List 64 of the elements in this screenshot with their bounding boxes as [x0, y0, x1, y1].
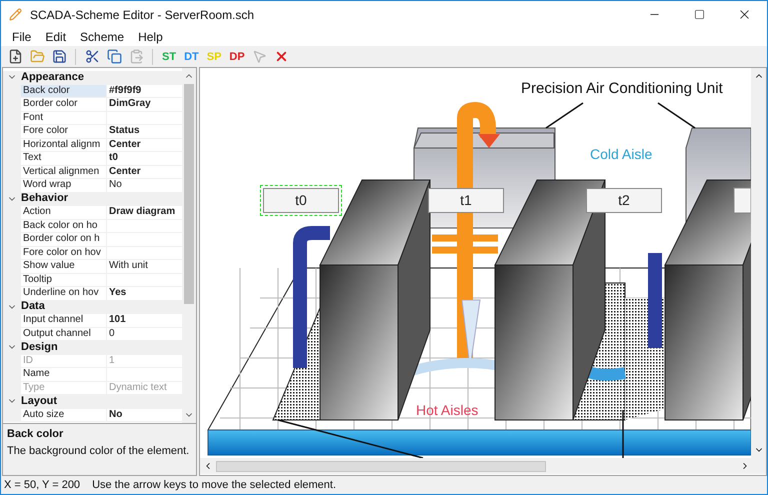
property-name[interactable]: Word wrap [21, 179, 107, 192]
property-name[interactable]: Show value [21, 260, 107, 274]
property-value[interactable]: No [107, 179, 182, 192]
property-name[interactable]: Border color [21, 98, 107, 112]
status-hint: Use the arrow keys to move the selected element. [92, 478, 336, 493]
app-icon [9, 8, 22, 21]
new-file-icon [8, 49, 22, 64]
dynamic-text[interactable]: t0 [260, 185, 342, 216]
category-name: Data [21, 300, 45, 314]
dynamic-text[interactable]: t1 [428, 188, 504, 213]
folder-icon [30, 49, 44, 64]
property-name[interactable]: Auto size [21, 408, 107, 422]
property-name[interactable]: Action [21, 206, 107, 220]
property-value[interactable]: Center [107, 166, 182, 179]
property-value[interactable]: No [107, 408, 182, 422]
scheme-label: Hot Aisles [416, 401, 478, 420]
property-name[interactable]: Border color on h [21, 233, 107, 246]
property-name[interactable]: Fore color on hov [21, 246, 107, 260]
property-name[interactable]: Name [21, 368, 107, 382]
menu-item[interactable]: Edit [38, 28, 74, 46]
paste-icon [128, 49, 144, 64]
category-name: Layout [21, 394, 58, 408]
description-title: Back color [7, 427, 64, 442]
menu-item[interactable]: Scheme [73, 28, 132, 46]
horizontal-scrollbar[interactable] [200, 458, 766, 474]
property-name[interactable]: Text [21, 152, 107, 166]
category-name: Behavior [21, 192, 68, 206]
property-name[interactable]: Back color on ho [21, 220, 107, 233]
copy-icon [106, 49, 122, 64]
property-value[interactable]: 101 [107, 314, 182, 328]
description-text: The background color of the element. [7, 444, 190, 459]
property-value[interactable]: Yes [107, 287, 182, 300]
property-name[interactable]: Tooltip [21, 274, 107, 287]
dynamic-text[interactable]: t2 [586, 188, 662, 213]
property-name[interactable]: Output channel [21, 328, 107, 341]
scissors-icon [84, 49, 100, 64]
property-name[interactable]: Fore color [21, 125, 107, 138]
property-name[interactable]: Horizontal alignm [21, 138, 107, 152]
scheme-label: Precision Air Conditioning Unit [521, 79, 723, 99]
property-name[interactable]: Back color [21, 84, 107, 98]
pointer-icon [252, 49, 268, 64]
property-name[interactable]: Vertical alignmen [21, 166, 107, 179]
menu-item[interactable]: File [5, 28, 38, 46]
property-value[interactable]: 0 [107, 328, 182, 341]
vertical-scrollbar[interactable] [751, 68, 766, 458]
scheme-label: Cold Aisle [590, 145, 652, 164]
property-value[interactable]: #f9f9f9 [107, 84, 182, 98]
property-value[interactable]: DimGray [107, 98, 182, 112]
property-name[interactable]: Input channel [21, 314, 107, 328]
property-value[interactable]: t0 [107, 152, 182, 166]
category-name: Appearance [21, 70, 84, 84]
property-value[interactable]: Status [107, 125, 182, 138]
property-value[interactable]: With unit [107, 260, 182, 274]
window-title: SCADA-Scheme Editor - ServerRoom.sch [30, 6, 256, 24]
save-icon [52, 49, 66, 64]
toolbar-button[interactable]: DP [226, 48, 248, 66]
maximize-icon [694, 9, 705, 20]
category-name: Design [21, 340, 58, 354]
property-value[interactable]: Draw diagram [107, 206, 182, 220]
menu-item[interactable]: Help [131, 28, 170, 46]
property-name[interactable]: Underline on hov [21, 287, 107, 300]
property-value[interactable]: Center [107, 138, 182, 152]
status-position: X = 50, Y = 200 [4, 478, 80, 493]
property-name[interactable]: Font [21, 112, 107, 125]
